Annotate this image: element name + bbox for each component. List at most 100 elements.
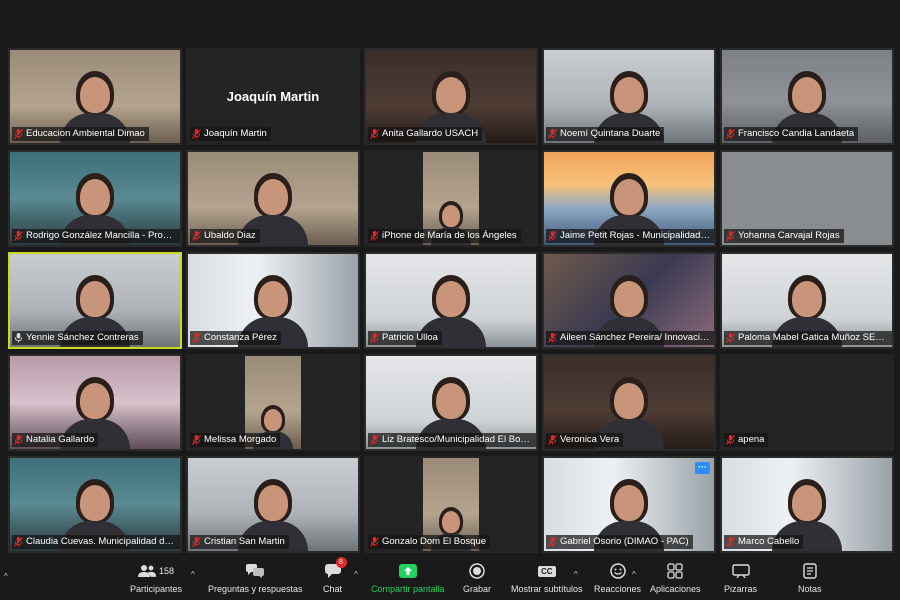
whiteboard-icon	[731, 564, 750, 578]
participant-name: Gonzalo Dom El Bosque	[382, 536, 487, 547]
participant-tile[interactable]: Natalia Gallardo	[8, 354, 182, 451]
participant-name-tag: Yohanna Carvajal Rojas	[724, 229, 844, 243]
video-gallery: Educacion Ambiental Dimao Joaquín Martin J…	[8, 48, 894, 553]
chat-button[interactable]: 8 Chat	[323, 557, 347, 594]
participant-name-tag: Liz Bratesco/Municipalidad El Bosq...	[368, 433, 536, 447]
participant-tile[interactable]: Constanza Pérez	[186, 252, 360, 349]
participant-name-tag: Veronica Vera	[546, 433, 624, 447]
mic-muted-icon	[14, 537, 23, 547]
mic-muted-icon	[726, 333, 735, 343]
participant-tile[interactable]: Liz Bratesco/Municipalidad El Bosq...	[364, 354, 538, 451]
mic-muted-icon	[548, 231, 557, 241]
participant-name-tag: Ubaldo Diaz	[190, 229, 260, 243]
participant-tile[interactable]: Yohanna Carvajal Rojas	[720, 150, 894, 247]
participant-tile[interactable]: Francisco Candia Landaeta	[720, 48, 894, 145]
mic-muted-icon	[726, 129, 735, 139]
qa-button[interactable]: Preguntas y respuestas	[208, 562, 303, 594]
mic-muted-icon	[370, 537, 379, 547]
participant-tile[interactable]: Veronica Vera	[542, 354, 716, 451]
apps-label: Aplicaciones	[650, 584, 701, 594]
participant-name: Paloma Mabel Gatica Muñoz SECP...	[738, 332, 888, 343]
participant-tile[interactable]: Rodrigo González Mancilla - Progr...	[8, 150, 182, 247]
participant-name: Aileen Sánchez Pereira/ Innovación ...	[560, 332, 710, 343]
participant-name: Melissa Morgado	[204, 434, 277, 445]
participant-name: Constanza Pérez	[204, 332, 277, 343]
captions-button[interactable]: CC Mostrar subtítulos	[511, 562, 583, 594]
qa-label: Preguntas y respuestas	[208, 584, 303, 594]
notes-icon	[803, 563, 817, 579]
participant-tile[interactable]: Paloma Mabel Gatica Muñoz SECP...	[720, 252, 894, 349]
participant-tile[interactable]: Yennie Sánchez Contreras	[8, 252, 182, 349]
share-screen-button[interactable]: Compartir pantalla	[371, 562, 445, 594]
mic-muted-icon	[192, 333, 201, 343]
reactions-label: Reacciones	[594, 584, 642, 594]
participant-tile[interactable]: Claudia Cuevas. Municipalidad de L...	[8, 456, 182, 553]
participant-tile[interactable]: Anita Gallardo USACH	[364, 48, 538, 145]
captions-label: Mostrar subtítulos	[511, 584, 583, 594]
tile-more-button[interactable]: ···	[695, 462, 710, 474]
participant-name-tag: iPhone de María de los Ángeles	[368, 229, 521, 243]
participant-name-tag: Patricio Ulloa	[368, 331, 442, 345]
participant-tile[interactable]: Gonzalo Dom El Bosque	[364, 456, 538, 553]
participant-tile[interactable]: Patricio Ulloa	[364, 252, 538, 349]
mic-muted-icon	[548, 333, 557, 343]
captions-caret[interactable]: ^	[574, 570, 578, 579]
qa-icon	[246, 564, 265, 578]
participant-name-tag: Aileen Sánchez Pereira/ Innovación ...	[546, 331, 714, 345]
participant-name-tag: apena	[724, 433, 769, 447]
participant-tile[interactable]: Cristian San Martin	[186, 456, 360, 553]
participant-name-tag: Melissa Morgado	[190, 433, 281, 447]
participant-tile[interactable]: Melissa Morgado	[186, 354, 360, 451]
participant-tile[interactable]: Educacion Ambiental Dimao	[8, 48, 182, 145]
mic-muted-icon	[548, 537, 557, 547]
participants-icon	[138, 565, 156, 577]
participants-caret[interactable]: ^	[191, 570, 195, 579]
meeting-toolbar: ^ 158 Participantes ^ Preguntas y respue…	[0, 557, 900, 600]
chat-caret[interactable]: ^	[354, 570, 358, 579]
record-label: Grabar	[463, 584, 492, 594]
participant-name-tag: Gabriel Osorio (DIMAO - PAC)	[546, 535, 693, 549]
participant-tile[interactable]: Joaquín Martin Joaquín Martin	[186, 48, 360, 145]
participant-name: Ubaldo Diaz	[204, 230, 256, 241]
participants-button[interactable]: 158 Participantes	[130, 562, 182, 594]
mic-muted-icon	[370, 129, 379, 139]
participant-name-tag: Noemí Quintana Duarte	[546, 127, 665, 141]
participant-count: 158	[159, 566, 175, 576]
participant-name: Jaime Petit Rojas - Municipalidad L...	[560, 230, 710, 241]
participant-name-tag: Jaime Petit Rojas - Municipalidad L...	[546, 229, 714, 243]
participant-name: Marco Cabello	[738, 536, 800, 547]
participant-tile[interactable]: ··· Gabriel Osorio (DIMAO - PAC)	[542, 456, 716, 553]
mic-muted-icon	[726, 537, 735, 547]
participant-name-tag: Francisco Candia Landaeta	[724, 127, 859, 141]
participant-tile[interactable]: Aileen Sánchez Pereira/ Innovación ...	[542, 252, 716, 349]
participant-tile[interactable]: Jaime Petit Rojas - Municipalidad L...	[542, 150, 716, 247]
participant-name: Gabriel Osorio (DIMAO - PAC)	[560, 536, 689, 547]
mic-muted-icon	[192, 129, 201, 139]
participant-name: Yennie Sánchez Contreras	[26, 332, 139, 343]
participant-name: apena	[738, 434, 765, 445]
participant-name: Patricio Ulloa	[382, 332, 438, 343]
participant-tile[interactable]: iPhone de María de los Ángeles	[364, 150, 538, 247]
share-screen-label: Compartir pantalla	[371, 584, 445, 594]
mic-muted-icon	[370, 333, 379, 343]
mic-muted-icon	[14, 129, 23, 139]
mic-muted-icon	[370, 435, 379, 445]
whiteboards-label: Pizarras	[724, 584, 758, 594]
mic-muted-icon	[726, 231, 735, 241]
notes-button[interactable]: Notas	[798, 562, 822, 594]
participant-name: Natalia Gallardo	[26, 434, 95, 445]
reactions-caret[interactable]: ^	[632, 570, 636, 579]
participant-tile[interactable]: Ubaldo Diaz	[186, 150, 360, 247]
audio-options-caret[interactable]: ^	[4, 572, 8, 581]
apps-button[interactable]: Aplicaciones	[650, 562, 701, 594]
participant-tile[interactable]: Noemí Quintana Duarte	[542, 48, 716, 145]
participant-tile[interactable]: Marco Cabello	[720, 456, 894, 553]
participant-tile[interactable]: apena	[720, 354, 894, 451]
participant-name: Liz Bratesco/Municipalidad El Bosq...	[382, 434, 532, 445]
mic-muted-icon	[14, 435, 23, 445]
whiteboards-button[interactable]: Pizarras	[724, 562, 757, 594]
captions-icon: CC	[537, 565, 556, 577]
record-button[interactable]: Grabar	[463, 562, 491, 594]
participant-name: Joaquín Martin	[204, 128, 267, 139]
participant-name: Educacion Ambiental Dimao	[26, 128, 145, 139]
